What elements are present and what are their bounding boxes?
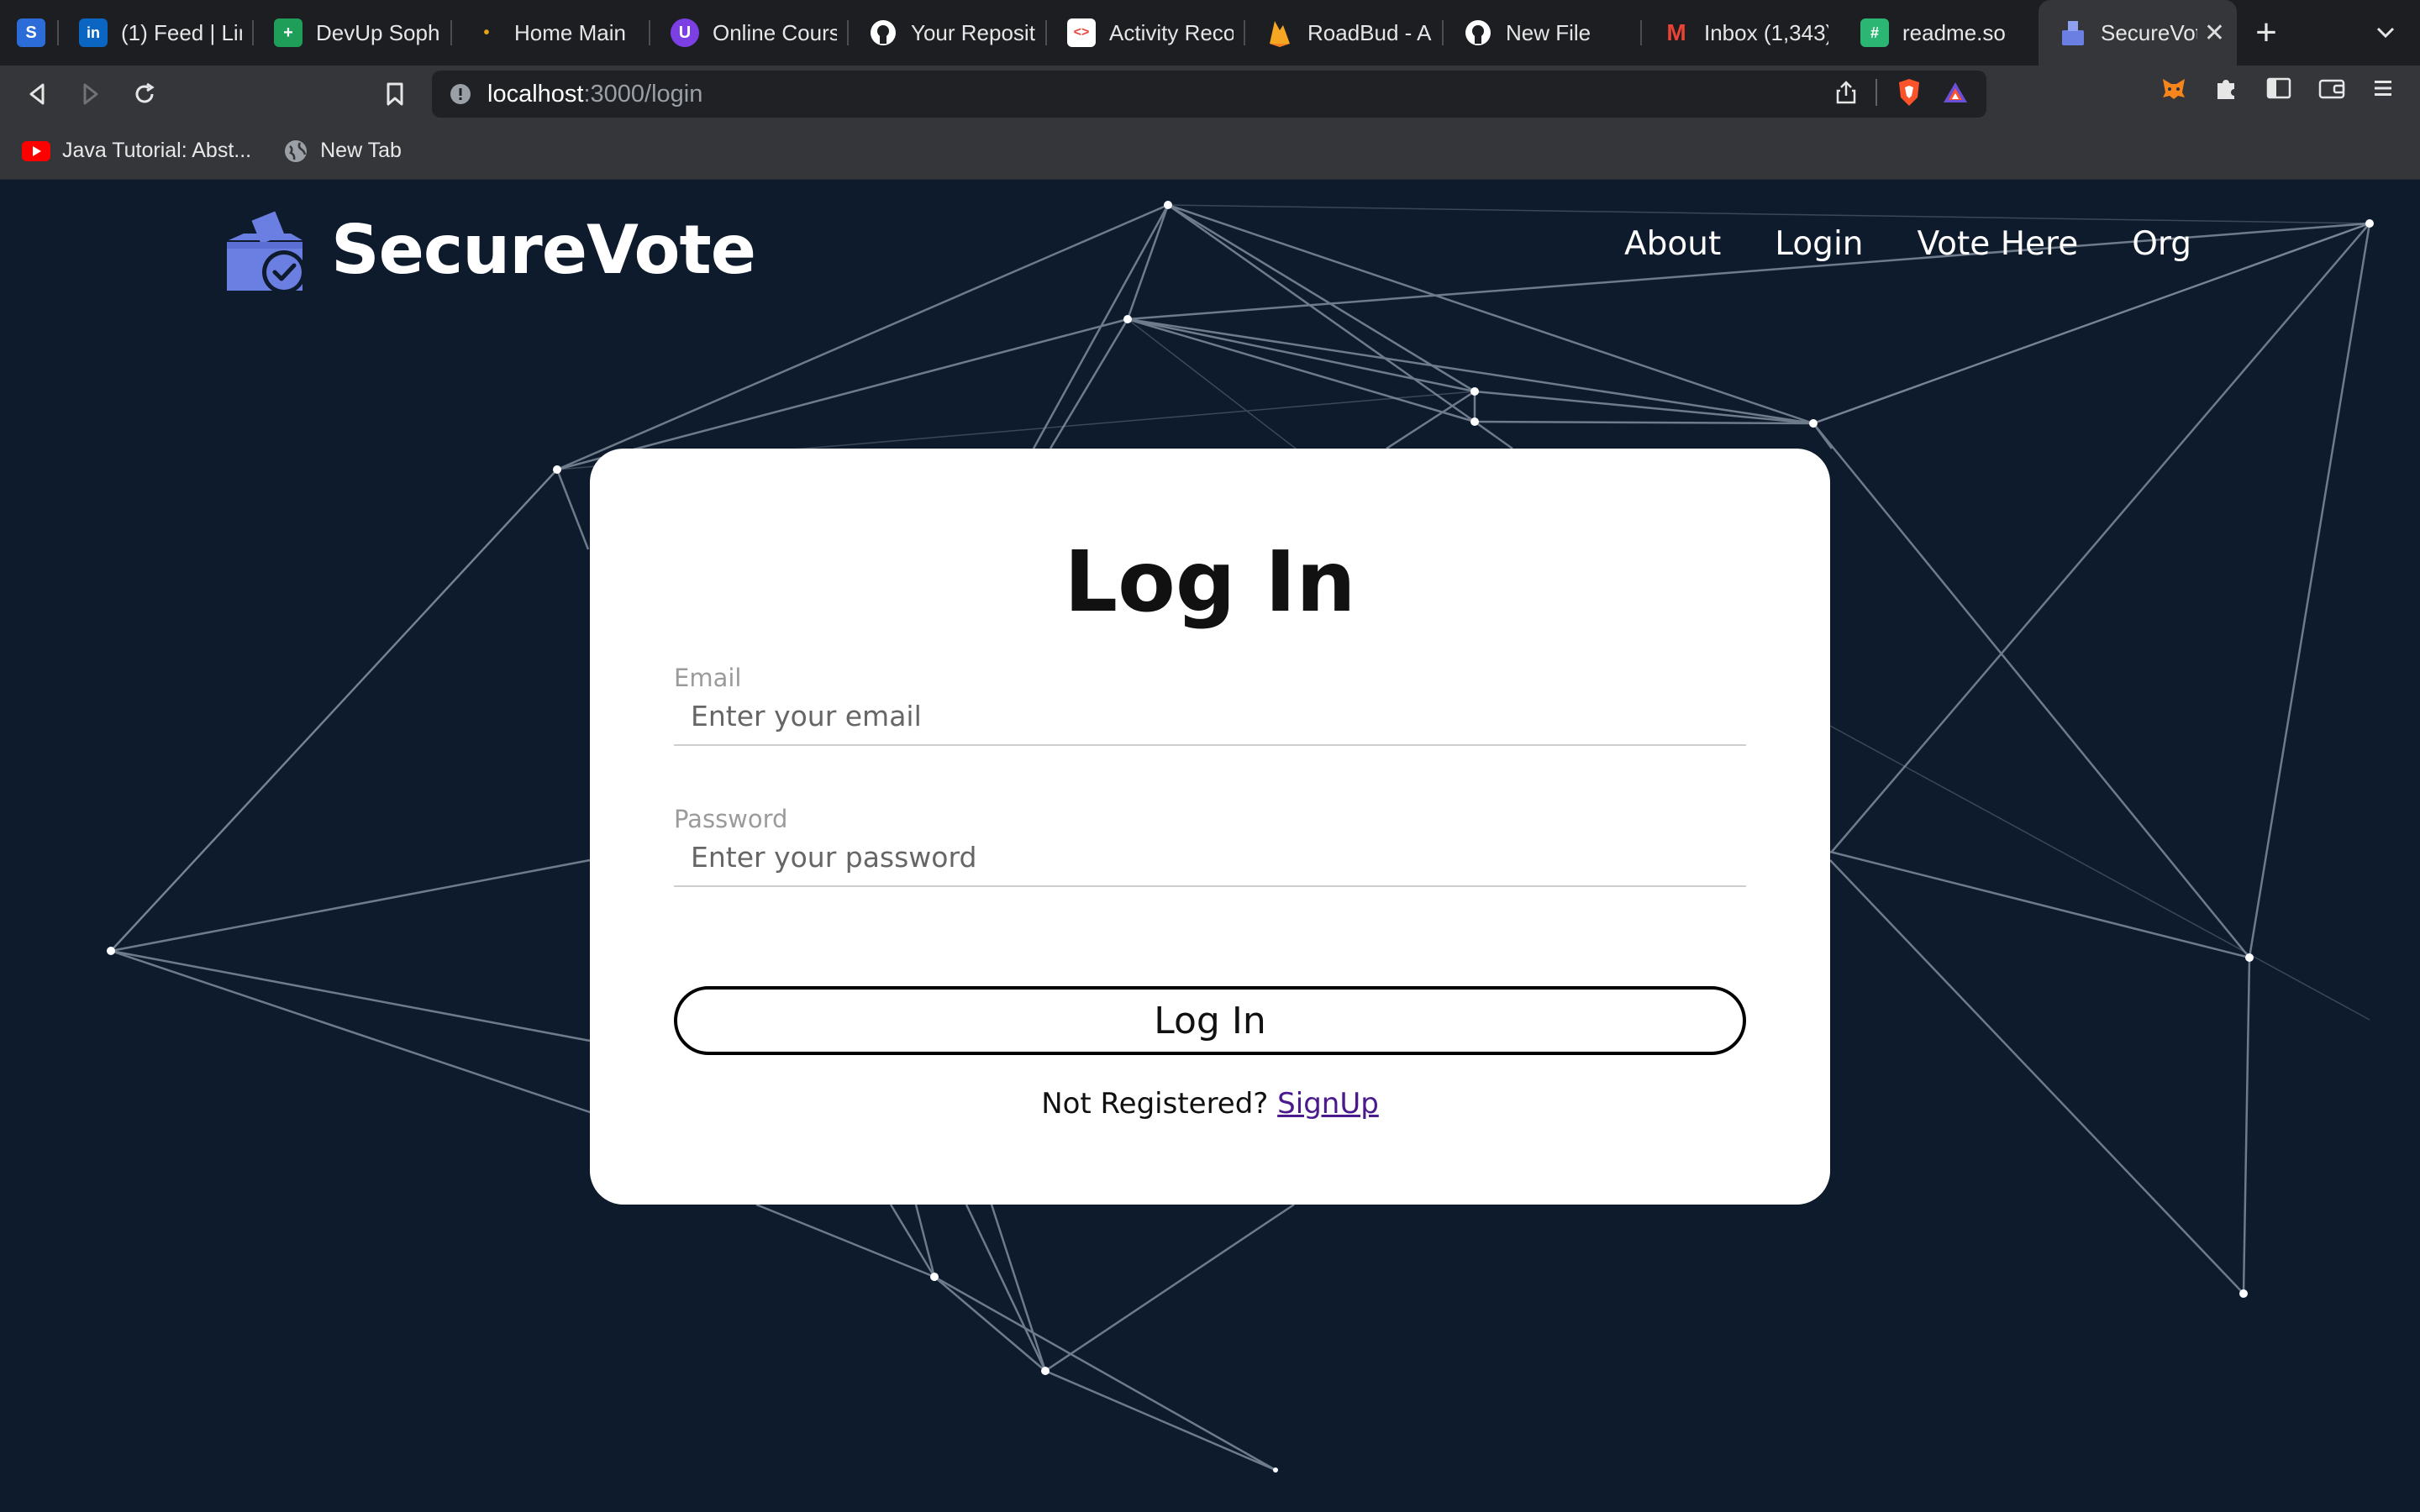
address-bar[interactable]: localhost:3000/login	[432, 71, 1986, 118]
course-favicon-icon: •	[483, 23, 490, 42]
tab-repositories[interactable]: Your Repositories	[849, 0, 1047, 66]
youtube-icon	[22, 140, 50, 161]
tab-title: Online Courses	[713, 19, 837, 45]
nav-login[interactable]: Login	[1775, 225, 1863, 263]
forward-arrow-icon	[83, 83, 98, 105]
tab-title: SecureVote	[2101, 19, 2197, 45]
bookmark-java-tutorial[interactable]: Java Tutorial: Abst...	[22, 139, 251, 163]
extensions-puzzle-icon[interactable]	[2213, 75, 2240, 102]
main-nav: About Login Vote Here Org	[1624, 225, 2191, 263]
s-favicon-icon: S	[17, 18, 45, 47]
globe-icon	[285, 139, 308, 162]
linkedin-icon: in	[79, 18, 108, 47]
bookmarks-bar: Java Tutorial: Abst... New Tab	[0, 123, 2420, 180]
firebase-icon	[1265, 18, 1294, 47]
metamask-icon[interactable]	[2160, 74, 2188, 102]
bookmark-icon	[387, 82, 403, 106]
reload-button[interactable]	[118, 67, 171, 121]
ballot-box-icon	[227, 211, 306, 294]
signup-link[interactable]: SignUp	[1277, 1087, 1379, 1121]
brave-shields-icon[interactable]	[1896, 77, 1923, 108]
back-button[interactable]	[10, 67, 64, 121]
github-icon	[869, 18, 897, 47]
bookmark-label: New Tab	[320, 139, 402, 162]
tab-gmail-inbox[interactable]: M Inbox (1,343)	[1642, 0, 1840, 66]
github-icon	[1464, 18, 1492, 47]
brave-rewards-icon[interactable]	[1941, 80, 1970, 105]
tab-activity-recognition[interactable]: <> Activity Recognition	[1047, 0, 1245, 66]
back-arrow-icon	[29, 83, 45, 105]
tab-title: Inbox (1,343)	[1704, 19, 1828, 45]
brand-name: SecureVote	[331, 210, 756, 289]
tab-title: RoadBud - Auth	[1307, 19, 1432, 45]
url-host: localhost	[487, 80, 584, 108]
register-prompt: Not Registered?	[1041, 1087, 1269, 1121]
sheets-icon: +	[274, 18, 302, 47]
nav-org[interactable]: Org	[2132, 225, 2191, 263]
forward-button[interactable]	[64, 67, 118, 121]
close-tab-icon[interactable]: ✕	[2204, 18, 2225, 48]
tab-title: Activity Recognition	[1109, 19, 1234, 45]
tab-new-file[interactable]: New File	[1444, 0, 1642, 66]
login-button[interactable]: Log In	[674, 986, 1746, 1055]
url-path: :3000/login	[583, 80, 703, 108]
gmail-icon: M	[1666, 19, 1686, 45]
nav-vote-here[interactable]: Vote Here	[1918, 225, 2079, 263]
vote-icon	[2059, 18, 2087, 47]
share-icon[interactable]	[1835, 80, 1857, 105]
reload-icon	[135, 82, 155, 103]
bookmark-new-tab[interactable]: New Tab	[283, 139, 402, 164]
tab-roadbud[interactable]: RoadBud - Auth	[1245, 0, 1444, 66]
tab-title: DevUp Sophomore	[316, 19, 440, 45]
tab-devup[interactable]: + DevUp Sophomore	[254, 0, 452, 66]
tab-title: Home Main	[514, 19, 626, 45]
udemy-icon: U	[671, 18, 699, 47]
page-viewport: SecureVote About Login Vote Here Org Log…	[0, 180, 2420, 1512]
tab-search-chevron-icon[interactable]	[2371, 18, 2400, 47]
tab-readme-so[interactable]: # readme.so	[1840, 0, 2039, 66]
tab-title: New File	[1506, 19, 1591, 45]
bookmark-button[interactable]	[368, 67, 422, 121]
tab-title: readme.so	[1902, 19, 2006, 45]
readme-icon: #	[1860, 18, 1889, 47]
tab-securevote[interactable]: SecureVote ✕	[2039, 0, 2237, 66]
new-tab-button[interactable]: +	[2237, 0, 2296, 66]
colab-icon: <>	[1067, 18, 1096, 47]
bookmark-label: Java Tutorial: Abst...	[62, 139, 252, 162]
sidebar-icon[interactable]	[2265, 76, 2292, 101]
email-field[interactable]	[674, 687, 1746, 746]
tab-title: (1) Feed | LinkedIn	[121, 19, 242, 45]
tab-online-courses[interactable]: U Online Courses	[650, 0, 849, 66]
site-info-icon[interactable]	[449, 82, 472, 106]
browser-tab-strip: S in (1) Feed | LinkedIn + DevUp Sophomo…	[0, 0, 2420, 66]
nav-about[interactable]: About	[1624, 225, 1721, 263]
browser-toolbar: localhost:3000/login	[0, 66, 2420, 123]
tab-title: Your Repositories	[911, 19, 1035, 45]
tab-s[interactable]: S	[0, 0, 59, 66]
login-card: Log In Email Password Log In Not Registe…	[590, 449, 1830, 1205]
menu-icon[interactable]	[2371, 76, 2395, 100]
password-field[interactable]	[674, 828, 1746, 887]
tab-linkedin[interactable]: in (1) Feed | LinkedIn	[59, 0, 254, 66]
register-prompt-row: Not Registered? SignUp	[590, 1087, 1830, 1121]
wallet-icon[interactable]	[2317, 76, 2346, 101]
site-logo[interactable]: SecureVote	[225, 203, 756, 296]
login-title: Log In	[1064, 533, 1356, 631]
tab-home-main[interactable]: • Home Main	[452, 0, 650, 66]
